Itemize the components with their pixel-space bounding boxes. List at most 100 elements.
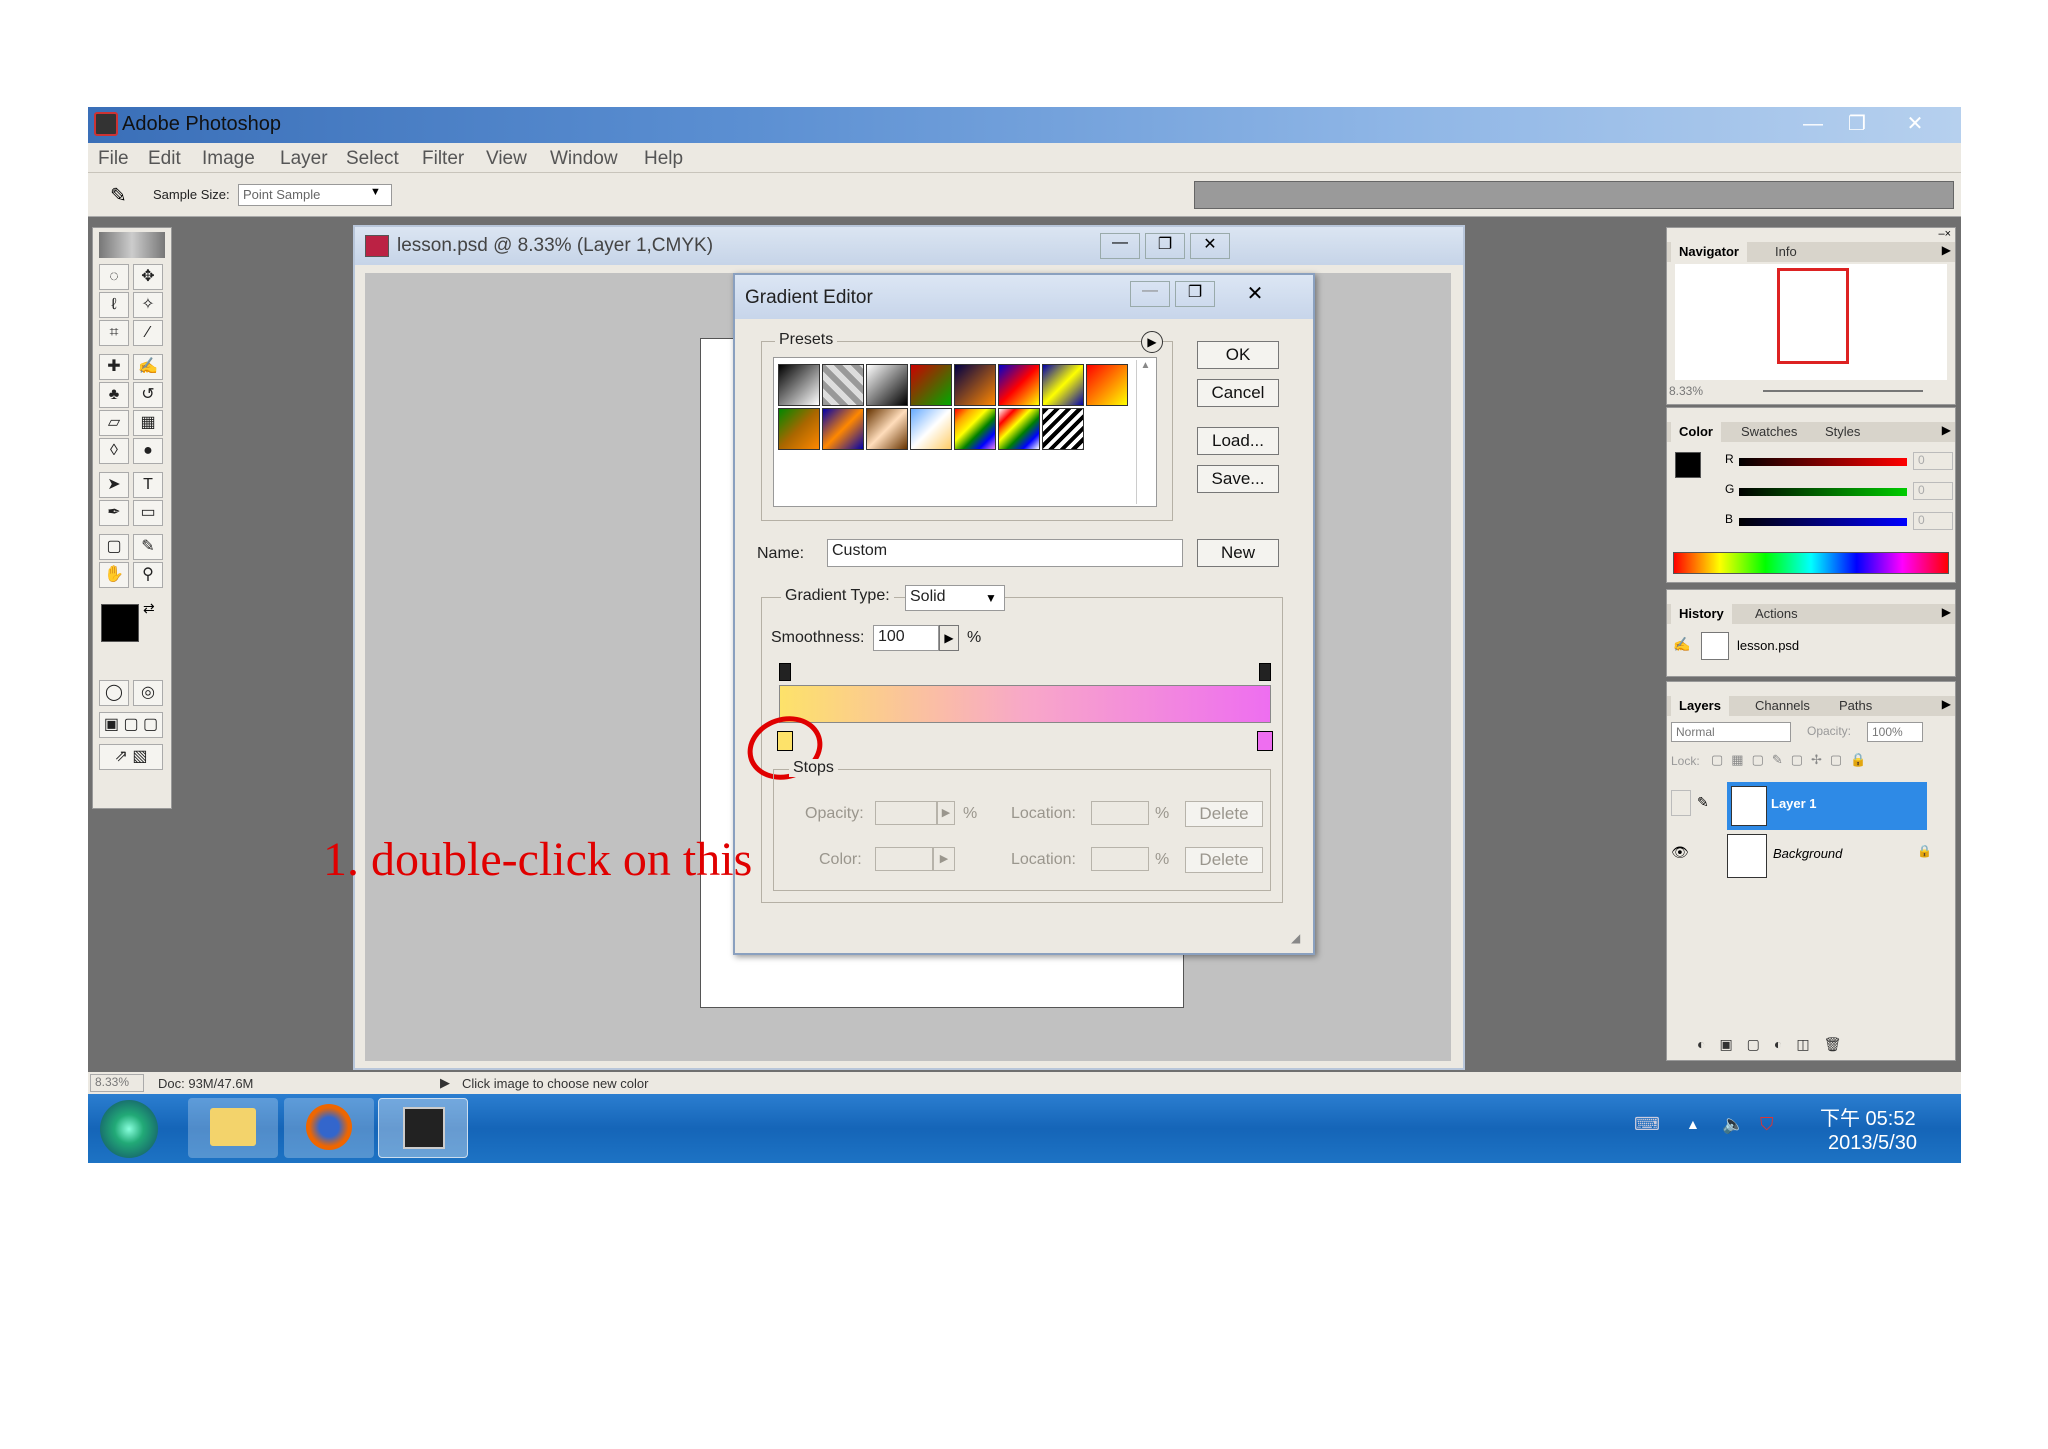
opacity-stop-right[interactable] bbox=[1259, 663, 1271, 681]
load-button[interactable]: Load... bbox=[1197, 427, 1279, 455]
stop-color-arrow-icon[interactable]: ▶ bbox=[933, 847, 955, 871]
navigator-zoom[interactable]: 8.33% bbox=[1669, 384, 1749, 398]
pen-tool-icon[interactable]: ✒ bbox=[99, 500, 129, 526]
menu-view[interactable]: View bbox=[486, 148, 527, 170]
navigator-view-box[interactable] bbox=[1777, 268, 1849, 364]
stop-opacity-arrow-icon[interactable]: ▶ bbox=[937, 801, 955, 825]
preset-swatch[interactable] bbox=[954, 408, 996, 450]
gradient-preview-bar[interactable] bbox=[779, 685, 1271, 723]
move-tool-icon[interactable]: ✥ bbox=[133, 264, 163, 290]
tab-paths[interactable]: Paths bbox=[1831, 696, 1880, 716]
type-tool-icon[interactable]: T bbox=[133, 472, 163, 498]
preset-swatch[interactable] bbox=[998, 408, 1040, 450]
preset-swatch[interactable] bbox=[910, 364, 952, 406]
stop-opacity-location-input[interactable] bbox=[1091, 801, 1149, 825]
cancel-button[interactable]: Cancel bbox=[1197, 379, 1279, 407]
minimize-button[interactable]: — bbox=[1794, 111, 1832, 137]
preset-swatch[interactable] bbox=[954, 364, 996, 406]
volume-icon[interactable]: 🔈 bbox=[1722, 1114, 1744, 1135]
keyboard-icon[interactable]: ⌨ bbox=[1634, 1114, 1660, 1135]
b-value[interactable]: 0 bbox=[1913, 512, 1953, 530]
preset-swatch[interactable] bbox=[778, 364, 820, 406]
presets-scrollbar[interactable]: ▲ bbox=[1136, 360, 1154, 504]
crop-tool-icon[interactable]: ⌗ bbox=[99, 320, 129, 346]
path-selection-icon[interactable]: ➤ bbox=[99, 472, 129, 498]
tray-arrow-icon[interactable]: ▲ bbox=[1686, 1116, 1700, 1132]
palette-well[interactable] bbox=[1194, 181, 1954, 209]
delete-opacity-stop-button[interactable]: Delete bbox=[1185, 801, 1263, 827]
save-button[interactable]: Save... bbox=[1197, 465, 1279, 493]
layer-opacity-input[interactable]: 100% bbox=[1867, 722, 1923, 742]
clone-stamp-icon[interactable]: ♣ bbox=[99, 382, 129, 408]
layer-row-selected[interactable]: Layer 1 bbox=[1727, 782, 1927, 830]
panel-menu-icon[interactable]: ▶ bbox=[1942, 243, 1951, 257]
g-value[interactable]: 0 bbox=[1913, 482, 1953, 500]
smoothness-input[interactable]: 100 bbox=[873, 625, 939, 651]
sample-size-select[interactable]: Point Sample bbox=[238, 184, 392, 206]
menu-image[interactable]: Image bbox=[202, 148, 255, 170]
notes-tool-icon[interactable]: ▢ bbox=[99, 534, 129, 560]
status-arrow-icon[interactable]: ▶ bbox=[440, 1075, 450, 1091]
panel-menu-icon[interactable]: ▶ bbox=[1942, 605, 1951, 619]
fg-color-swatch[interactable] bbox=[1675, 452, 1701, 478]
dodge-tool-icon[interactable]: ● bbox=[133, 438, 163, 464]
quick-mask-icon[interactable]: ◎ bbox=[133, 680, 163, 706]
lasso-tool-icon[interactable]: ℓ bbox=[99, 292, 129, 318]
dialog-minimize-button[interactable]: — bbox=[1130, 281, 1170, 307]
magic-wand-icon[interactable]: ✧ bbox=[133, 292, 163, 318]
healing-brush-icon[interactable]: ✚ bbox=[99, 354, 129, 380]
menu-file[interactable]: File bbox=[98, 148, 129, 170]
dialog-maximize-button[interactable]: ❐ bbox=[1175, 281, 1215, 307]
eraser-tool-icon[interactable]: ▱ bbox=[99, 410, 129, 436]
menu-window[interactable]: Window bbox=[550, 148, 618, 170]
name-input[interactable]: Custom bbox=[827, 539, 1183, 567]
tab-history[interactable]: History bbox=[1671, 604, 1732, 624]
preset-swatch[interactable] bbox=[866, 364, 908, 406]
layer1-name[interactable]: Layer 1 bbox=[1771, 796, 1817, 811]
b-slider[interactable] bbox=[1739, 518, 1907, 526]
preset-swatch[interactable] bbox=[1042, 364, 1084, 406]
dialog-close-button[interactable]: ✕ bbox=[1220, 281, 1290, 307]
panel-menu-icon[interactable]: ▶ bbox=[1942, 697, 1951, 711]
taskbar-explorer[interactable] bbox=[188, 1098, 278, 1158]
new-button[interactable]: New bbox=[1197, 539, 1279, 567]
slice-tool-icon[interactable]: ⁄ bbox=[133, 320, 163, 346]
tab-info[interactable]: Info bbox=[1767, 242, 1805, 262]
menu-help[interactable]: Help bbox=[644, 148, 683, 170]
history-item[interactable]: lesson.psd bbox=[1737, 638, 1799, 653]
preset-swatch[interactable] bbox=[910, 408, 952, 450]
history-brush-icon[interactable]: ↺ bbox=[133, 382, 163, 408]
rectangle-tool-icon[interactable]: ▭ bbox=[133, 500, 163, 526]
eyedropper-tool-icon[interactable]: ✎ bbox=[133, 534, 163, 560]
layer1-visibility-toggle[interactable] bbox=[1671, 790, 1691, 816]
brush-tool-icon[interactable]: ✍ bbox=[133, 354, 163, 380]
doc-maximize-button[interactable]: ❐ bbox=[1145, 233, 1185, 259]
jump-to-imageready-icon[interactable]: ⇗ ▧ bbox=[99, 744, 163, 770]
smoothness-arrow-icon[interactable]: ▶ bbox=[939, 625, 959, 651]
taskbar-photoshop[interactable] bbox=[378, 1098, 468, 1158]
stop-color-swatch[interactable] bbox=[875, 847, 933, 871]
marquee-tool-icon[interactable]: ◌ bbox=[99, 264, 129, 290]
swap-colors-icon[interactable]: ⇄ bbox=[143, 600, 155, 617]
foreground-color-swatch[interactable] bbox=[101, 604, 139, 642]
zoom-tool-icon[interactable]: ⚲ bbox=[133, 562, 163, 588]
opacity-stop-left[interactable] bbox=[779, 663, 791, 681]
eyedropper-icon[interactable]: ✎ bbox=[110, 183, 134, 207]
tab-navigator[interactable]: Navigator bbox=[1671, 242, 1747, 262]
lock-options-icons[interactable]: ▢▦▢✎▢✢▢🔒 bbox=[1711, 752, 1874, 768]
history-snapshot-thumbnail[interactable] bbox=[1701, 632, 1729, 660]
preset-swatch[interactable] bbox=[822, 364, 864, 406]
clock-time[interactable]: 下午 05:52 bbox=[1820, 1102, 1916, 1131]
doc-close-button[interactable]: ✕ bbox=[1190, 233, 1230, 259]
standard-mode-icon[interactable]: ◯ bbox=[99, 680, 129, 706]
history-brush-source-icon[interactable]: ✍ bbox=[1673, 636, 1690, 653]
adobe-online-icon[interactable] bbox=[99, 232, 165, 258]
taskbar-firefox[interactable] bbox=[284, 1098, 374, 1158]
gradient-tool-icon[interactable]: ▦ bbox=[133, 410, 163, 436]
r-value[interactable]: 0 bbox=[1913, 452, 1953, 470]
tab-color[interactable]: Color bbox=[1671, 422, 1721, 442]
screen-mode-icons[interactable]: ▣ ▢ ▢ bbox=[99, 712, 163, 738]
blend-mode-select[interactable]: Normal bbox=[1671, 722, 1791, 742]
preset-swatch[interactable] bbox=[998, 364, 1040, 406]
r-slider[interactable] bbox=[1739, 458, 1907, 466]
